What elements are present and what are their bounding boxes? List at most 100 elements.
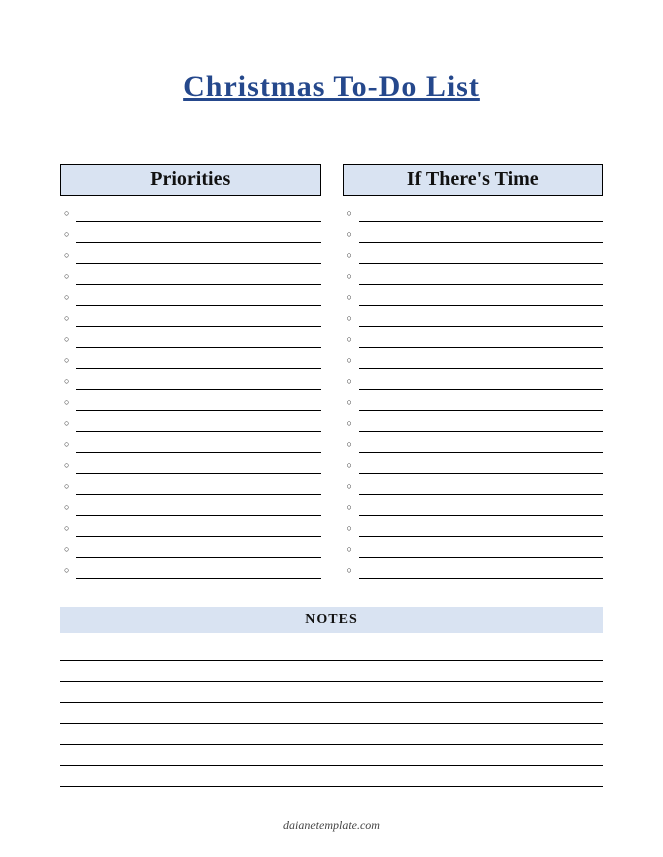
note-line xyxy=(60,685,603,703)
bullet-icon: ○ xyxy=(347,246,359,264)
bullet-icon: ○ xyxy=(347,330,359,348)
list-item: ○ xyxy=(347,246,604,264)
if-time-column: If There's Time ○○○○○○○○○○○○○○○○○○ xyxy=(343,164,604,579)
bullet-icon: ○ xyxy=(347,351,359,369)
list-item: ○ xyxy=(347,204,604,222)
if-time-header: If There's Time xyxy=(343,164,604,196)
write-line xyxy=(359,456,604,474)
write-line xyxy=(359,372,604,390)
write-line xyxy=(76,435,321,453)
bullet-icon: ○ xyxy=(347,225,359,243)
bullet-icon: ○ xyxy=(347,309,359,327)
bullet-icon: ○ xyxy=(64,456,76,474)
bullet-icon: ○ xyxy=(64,477,76,495)
note-line xyxy=(60,748,603,766)
bullet-icon: ○ xyxy=(347,540,359,558)
note-line xyxy=(60,706,603,724)
list-item: ○ xyxy=(64,393,321,411)
bullet-icon: ○ xyxy=(64,372,76,390)
bullet-icon: ○ xyxy=(347,561,359,579)
write-line xyxy=(359,309,604,327)
list-item: ○ xyxy=(64,288,321,306)
note-line xyxy=(60,769,603,787)
columns-container: Priorities ○○○○○○○○○○○○○○○○○○ If There's… xyxy=(60,164,603,579)
write-line xyxy=(76,309,321,327)
bullet-icon: ○ xyxy=(64,393,76,411)
write-line xyxy=(76,351,321,369)
list-item: ○ xyxy=(347,393,604,411)
notes-section: NOTES xyxy=(60,607,603,787)
list-item: ○ xyxy=(64,519,321,537)
page-title: Christmas To-Do List xyxy=(60,70,603,104)
list-item: ○ xyxy=(347,309,604,327)
write-line xyxy=(359,477,604,495)
bullet-icon: ○ xyxy=(64,267,76,285)
bullet-icon: ○ xyxy=(64,309,76,327)
list-item: ○ xyxy=(347,519,604,537)
list-item: ○ xyxy=(64,435,321,453)
list-item: ○ xyxy=(347,435,604,453)
list-item: ○ xyxy=(347,498,604,516)
bullet-icon: ○ xyxy=(64,498,76,516)
bullet-icon: ○ xyxy=(347,477,359,495)
write-line xyxy=(76,393,321,411)
bullet-icon: ○ xyxy=(347,435,359,453)
list-item: ○ xyxy=(347,372,604,390)
bullet-icon: ○ xyxy=(347,393,359,411)
list-item: ○ xyxy=(347,225,604,243)
notes-header: NOTES xyxy=(60,607,603,633)
list-item: ○ xyxy=(64,414,321,432)
write-line xyxy=(76,267,321,285)
write-line xyxy=(76,477,321,495)
list-item: ○ xyxy=(64,372,321,390)
write-line xyxy=(359,393,604,411)
priorities-list: ○ ○ ○ ○ ○ ○ ○ ○ ○ ○ ○ ○ ○ ○ ○ ○ ○ ○ xyxy=(60,204,321,579)
write-line xyxy=(359,435,604,453)
list-item: ○ xyxy=(64,561,321,579)
note-line xyxy=(60,727,603,745)
list-item: ○ xyxy=(64,246,321,264)
list-item: ○ xyxy=(347,456,604,474)
write-line xyxy=(76,414,321,432)
list-item: ○ xyxy=(64,204,321,222)
list-item: ○ xyxy=(64,498,321,516)
list-item: ○ xyxy=(347,561,604,579)
list-item: ○ xyxy=(347,540,604,558)
write-line xyxy=(359,225,604,243)
bullet-icon: ○ xyxy=(64,204,76,222)
bullet-icon: ○ xyxy=(347,519,359,537)
bullet-icon: ○ xyxy=(347,204,359,222)
write-line xyxy=(76,561,321,579)
write-line xyxy=(359,414,604,432)
bullet-icon: ○ xyxy=(64,330,76,348)
bullet-icon: ○ xyxy=(64,414,76,432)
list-item: ○ xyxy=(347,414,604,432)
bullet-icon: ○ xyxy=(347,414,359,432)
write-line xyxy=(359,246,604,264)
priorities-column: Priorities ○○○○○○○○○○○○○○○○○○ xyxy=(60,164,321,579)
write-line xyxy=(76,372,321,390)
bullet-icon: ○ xyxy=(347,498,359,516)
bullet-icon: ○ xyxy=(64,225,76,243)
list-item: ○ xyxy=(64,225,321,243)
list-item: ○ xyxy=(347,330,604,348)
bullet-icon: ○ xyxy=(64,519,76,537)
bullet-icon: ○ xyxy=(64,246,76,264)
write-line xyxy=(359,561,604,579)
write-line xyxy=(359,204,604,222)
list-item: ○ xyxy=(347,351,604,369)
list-item: ○ xyxy=(64,330,321,348)
bullet-icon: ○ xyxy=(64,351,76,369)
if-time-list: ○○○○○○○○○○○○○○○○○○ xyxy=(343,204,604,579)
list-item: ○ xyxy=(64,540,321,558)
list-item: ○ xyxy=(64,456,321,474)
note-line xyxy=(60,643,603,661)
write-line xyxy=(76,204,321,222)
write-line xyxy=(76,498,321,516)
write-line xyxy=(76,288,321,306)
write-line xyxy=(359,351,604,369)
write-line xyxy=(76,225,321,243)
bullet-icon: ○ xyxy=(64,435,76,453)
bullet-icon: ○ xyxy=(64,561,76,579)
write-line xyxy=(76,330,321,348)
